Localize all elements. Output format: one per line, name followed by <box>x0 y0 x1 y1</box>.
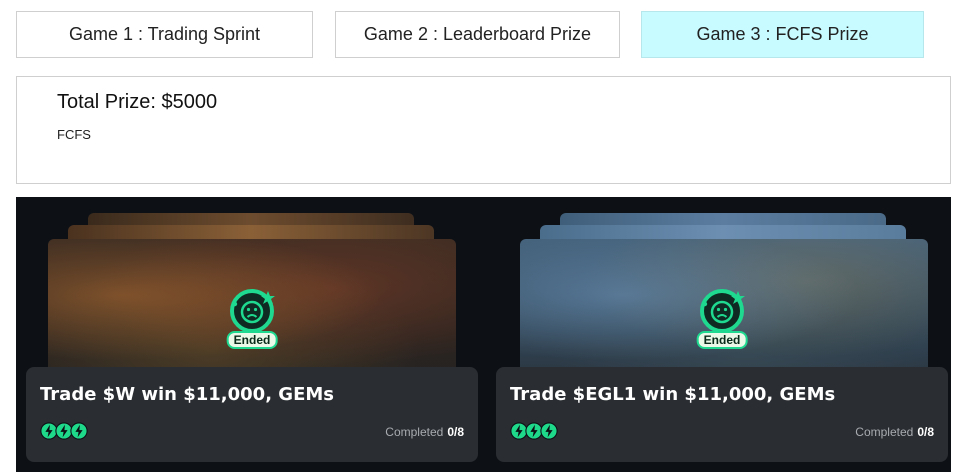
completion-status: Completed 0/8 <box>855 425 934 439</box>
bolt-coin-icon <box>70 422 88 440</box>
completed-count: 0/8 <box>917 425 934 439</box>
prize-type-label: FCFS <box>57 127 91 142</box>
completed-label: Completed <box>385 425 444 439</box>
campaign-card[interactable]: Ended Trade $EGL1 win $11,000, GEMs Comp… <box>496 197 948 472</box>
reward-coins <box>40 422 88 442</box>
campaign-title: Trade $W win $11,000, GEMs <box>40 384 334 405</box>
tab-leaderboard-prize[interactable]: Game 2 : Leaderboard Prize <box>335 11 620 58</box>
completion-status: Completed 0/8 <box>385 425 464 439</box>
total-prize-title: Total Prize: $5000 <box>57 91 218 113</box>
card-info: Trade $EGL1 win $11,000, GEMs Completed 0… <box>496 367 948 462</box>
campaign-card[interactable]: Ended Trade $W win $11,000, GEMs Complet… <box>26 197 478 472</box>
ended-badge: Ended <box>696 331 748 349</box>
campaign-title: Trade $EGL1 win $11,000, GEMs <box>510 384 836 405</box>
bolt-coin-icon <box>540 422 558 440</box>
sad-face-icon <box>230 289 275 333</box>
card-info: Trade $W win $11,000, GEMs Completed 0/8 <box>26 367 478 462</box>
ended-status: Ended <box>692 287 752 349</box>
completed-label: Completed <box>855 425 914 439</box>
campaign-cards-panel: Ended Trade $W win $11,000, GEMs Complet… <box>16 197 951 472</box>
tab-trading-sprint[interactable]: Game 1 : Trading Sprint <box>16 11 313 58</box>
prize-summary: Total Prize: $5000 FCFS <box>16 76 951 184</box>
tab-fcfs-prize[interactable]: Game 3 : FCFS Prize <box>641 11 924 58</box>
completed-count: 0/8 <box>447 425 464 439</box>
sad-face-icon <box>700 289 745 333</box>
ended-status: Ended <box>222 287 282 349</box>
reward-coins <box>510 422 558 442</box>
ended-badge: Ended <box>226 331 278 349</box>
